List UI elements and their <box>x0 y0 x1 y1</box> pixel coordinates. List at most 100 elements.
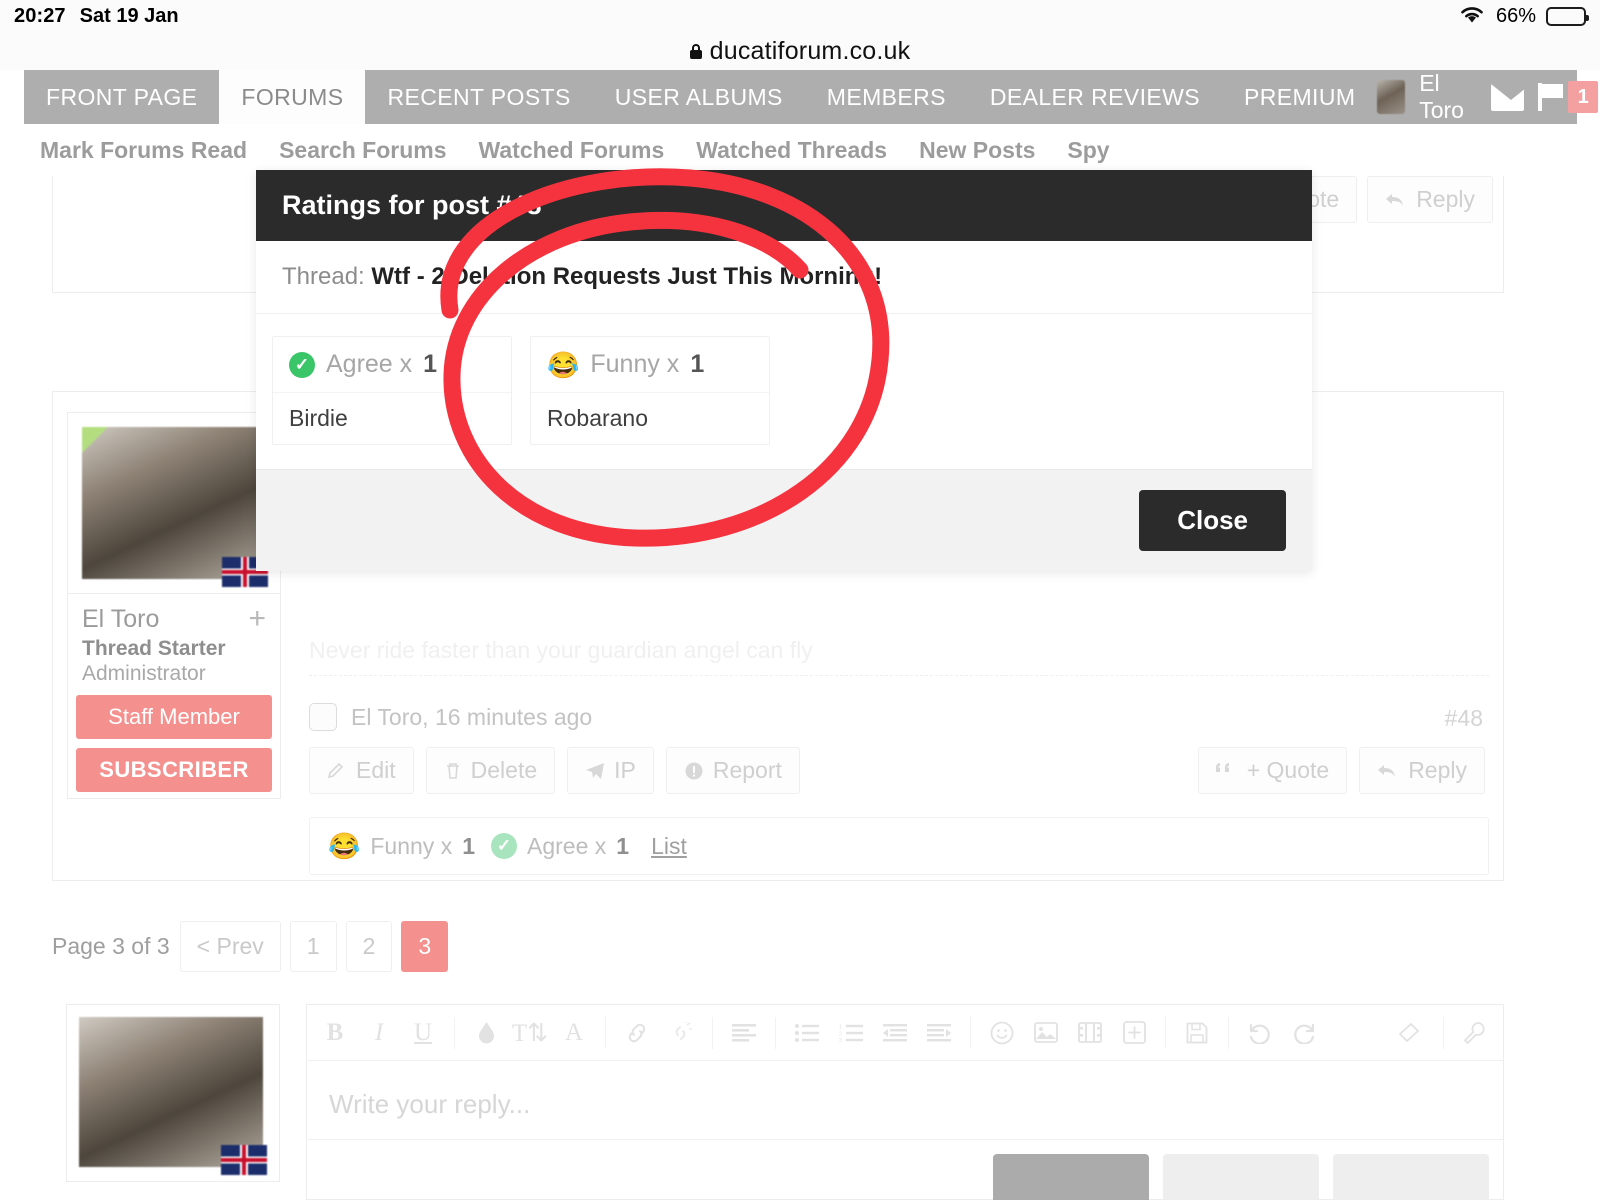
toolbar-separator <box>1228 1016 1229 1049</box>
trash-icon <box>446 762 459 779</box>
bull-avatar[interactable] <box>82 427 268 587</box>
toolbar-separator <box>454 1016 455 1049</box>
reply-button-top[interactable]: Reply <box>1367 176 1493 223</box>
rating-funny-count: 1 <box>462 832 475 859</box>
pagination-page-3[interactable]: 3 <box>401 921 449 972</box>
subnav-item-new-posts[interactable]: New Posts <box>903 137 1051 164</box>
align-icon[interactable] <box>725 1014 763 1052</box>
rating-card-funny-head: 😂 Funny x 1 <box>531 337 769 393</box>
nav-item-front-page[interactable]: FRONT PAGE <box>24 70 219 124</box>
undo-icon[interactable] <box>1241 1014 1279 1052</box>
post-meta-text: El Toro, 16 minutes ago <box>351 703 593 730</box>
pagination-page-1[interactable]: 1 <box>289 921 337 972</box>
post-user-panel: El Toro + Thread Starter Administrator S… <box>67 412 281 799</box>
redo-icon[interactable] <box>1285 1014 1323 1052</box>
post-meta: El Toro, 16 minutes ago <box>309 703 592 731</box>
rating-card-agree-head: ✓ Agree x 1 <box>273 337 511 393</box>
modal-thread-row: Thread: Wtf - 2 Deletion Requests Just T… <box>256 241 1312 314</box>
subnav-item-mark-forums-read[interactable]: Mark Forums Read <box>24 137 263 164</box>
smiley-icon[interactable] <box>983 1014 1021 1052</box>
font-size-icon[interactable]: T⇅ <box>511 1014 549 1052</box>
alerts-area[interactable]: 1 <box>1538 81 1599 113</box>
screen: 20:27 Sat 19 Jan 66% ducatiforum.co.uk F… <box>0 0 1600 1200</box>
bullet-list-icon[interactable] <box>788 1014 826 1052</box>
rating-funny[interactable]: 😂 Funny x 1 <box>328 833 475 860</box>
post-username[interactable]: El Toro <box>82 605 159 634</box>
plus-icon[interactable]: + <box>248 604 266 634</box>
battery-icon <box>1546 6 1589 26</box>
report-button[interactable]: Report <box>665 747 800 794</box>
quote-icon <box>1215 762 1229 772</box>
close-button[interactable]: Close <box>1139 490 1286 551</box>
online-indicator-icon <box>82 427 108 453</box>
underline-icon[interactable]: U <box>404 1014 442 1052</box>
insert-icon[interactable] <box>1115 1014 1153 1052</box>
subnav-item-search-forums[interactable]: Search Forums <box>263 137 462 164</box>
more-options-button[interactable] <box>1333 1154 1489 1200</box>
post-select-checkbox[interactable] <box>309 703 337 731</box>
indent-icon[interactable] <box>920 1014 958 1052</box>
preview-button[interactable] <box>1163 1154 1319 1200</box>
nav-username[interactable]: El Toro <box>1419 70 1477 124</box>
ratings-list-link[interactable]: List <box>651 833 687 860</box>
save-draft-icon[interactable] <box>1178 1014 1216 1052</box>
quote-button-label: + Quote <box>1246 757 1330 783</box>
nav-item-forums[interactable]: FORUMS <box>219 70 366 124</box>
edit-button[interactable]: Edit <box>309 747 414 794</box>
rating-card-funny-user[interactable]: Robarano <box>531 393 769 444</box>
image-icon[interactable] <box>1027 1014 1065 1052</box>
link-icon[interactable] <box>618 1014 656 1052</box>
nav-item-dealer-reviews[interactable]: DEALER REVIEWS <box>968 70 1222 124</box>
subnav-item-watched-forums[interactable]: Watched Forums <box>463 137 681 164</box>
svg-text:2: 2 <box>839 1031 842 1037</box>
reply-input[interactable]: Write your reply... <box>307 1061 1503 1148</box>
nav-item-premium[interactable]: PREMIUM <box>1222 70 1377 124</box>
pagination-page-2[interactable]: 2 <box>345 921 393 972</box>
toolbar-group-tools <box>1390 1014 1497 1052</box>
pencil-icon <box>327 762 344 778</box>
subnav-item-spy[interactable]: Spy <box>1051 137 1125 164</box>
rating-card-agree-user[interactable]: Birdie <box>273 393 511 444</box>
modal-thread-title[interactable]: Wtf - 2 Deletion Requests Just This Morn… <box>371 263 882 290</box>
alerts-count-badge[interactable]: 1 <box>1568 81 1599 113</box>
envelope-icon[interactable] <box>1491 83 1532 111</box>
bull-avatar[interactable] <box>79 1017 267 1175</box>
italic-icon[interactable]: I <box>360 1014 398 1052</box>
post-reply-button[interactable] <box>993 1154 1149 1200</box>
post-signature: Never ride faster than your guardian ang… <box>309 637 813 663</box>
outdent-icon[interactable] <box>876 1014 914 1052</box>
text-color-icon[interactable] <box>467 1014 505 1052</box>
flag-icon[interactable] <box>1538 83 1564 111</box>
nav-item-user-albums[interactable]: USER ALBUMS <box>593 70 805 124</box>
settings-wrench-icon[interactable] <box>1456 1014 1494 1052</box>
reply-arrow-icon <box>1378 764 1396 777</box>
eraser-icon[interactable] <box>1393 1014 1431 1052</box>
status-date: Sat 19 Jan <box>79 4 179 27</box>
svg-text:3: 3 <box>839 1038 842 1042</box>
ip-button[interactable]: IP <box>567 747 654 794</box>
font-family-icon[interactable]: A <box>555 1014 593 1052</box>
quote-button[interactable]: + Quote <box>1197 747 1348 794</box>
ratings-modal: Ratings for post #48 Thread: Wtf - 2 Del… <box>256 170 1312 571</box>
post-number[interactable]: #48 <box>1445 705 1483 732</box>
nav-item-recent-posts[interactable]: RECENT POSTS <box>365 70 592 124</box>
delete-button[interactable]: Delete <box>425 747 556 794</box>
unlink-icon[interactable] <box>662 1014 700 1052</box>
ios-status-bar: 20:27 Sat 19 Jan 66% <box>0 0 1600 32</box>
numbered-list-icon[interactable]: 123 <box>832 1014 870 1052</box>
rating-agree[interactable]: ✓ Agree x 1 <box>491 833 629 860</box>
browser-url-bar[interactable]: ducatiforum.co.uk <box>0 32 1600 70</box>
check-circle-icon: ✓ <box>491 833 517 859</box>
toolbar-group-format: B I U <box>313 1014 445 1052</box>
pagination-prev[interactable]: < Prev <box>179 921 281 972</box>
reply-arrow-icon <box>1386 193 1404 206</box>
check-circle-icon: ✓ <box>289 351 315 378</box>
reply-button[interactable]: Reply <box>1359 747 1485 794</box>
modal-body: ✓ Agree x 1 Birdie 😂 Funny x 1 Robarano <box>256 314 1312 469</box>
nav-item-members[interactable]: MEMBERS <box>805 70 968 124</box>
editor-footer <box>307 1139 1503 1200</box>
video-icon[interactable] <box>1071 1014 1109 1052</box>
bold-icon[interactable]: B <box>316 1014 354 1052</box>
avatar[interactable] <box>1377 80 1406 114</box>
subnav-item-watched-threads[interactable]: Watched Threads <box>680 137 903 164</box>
